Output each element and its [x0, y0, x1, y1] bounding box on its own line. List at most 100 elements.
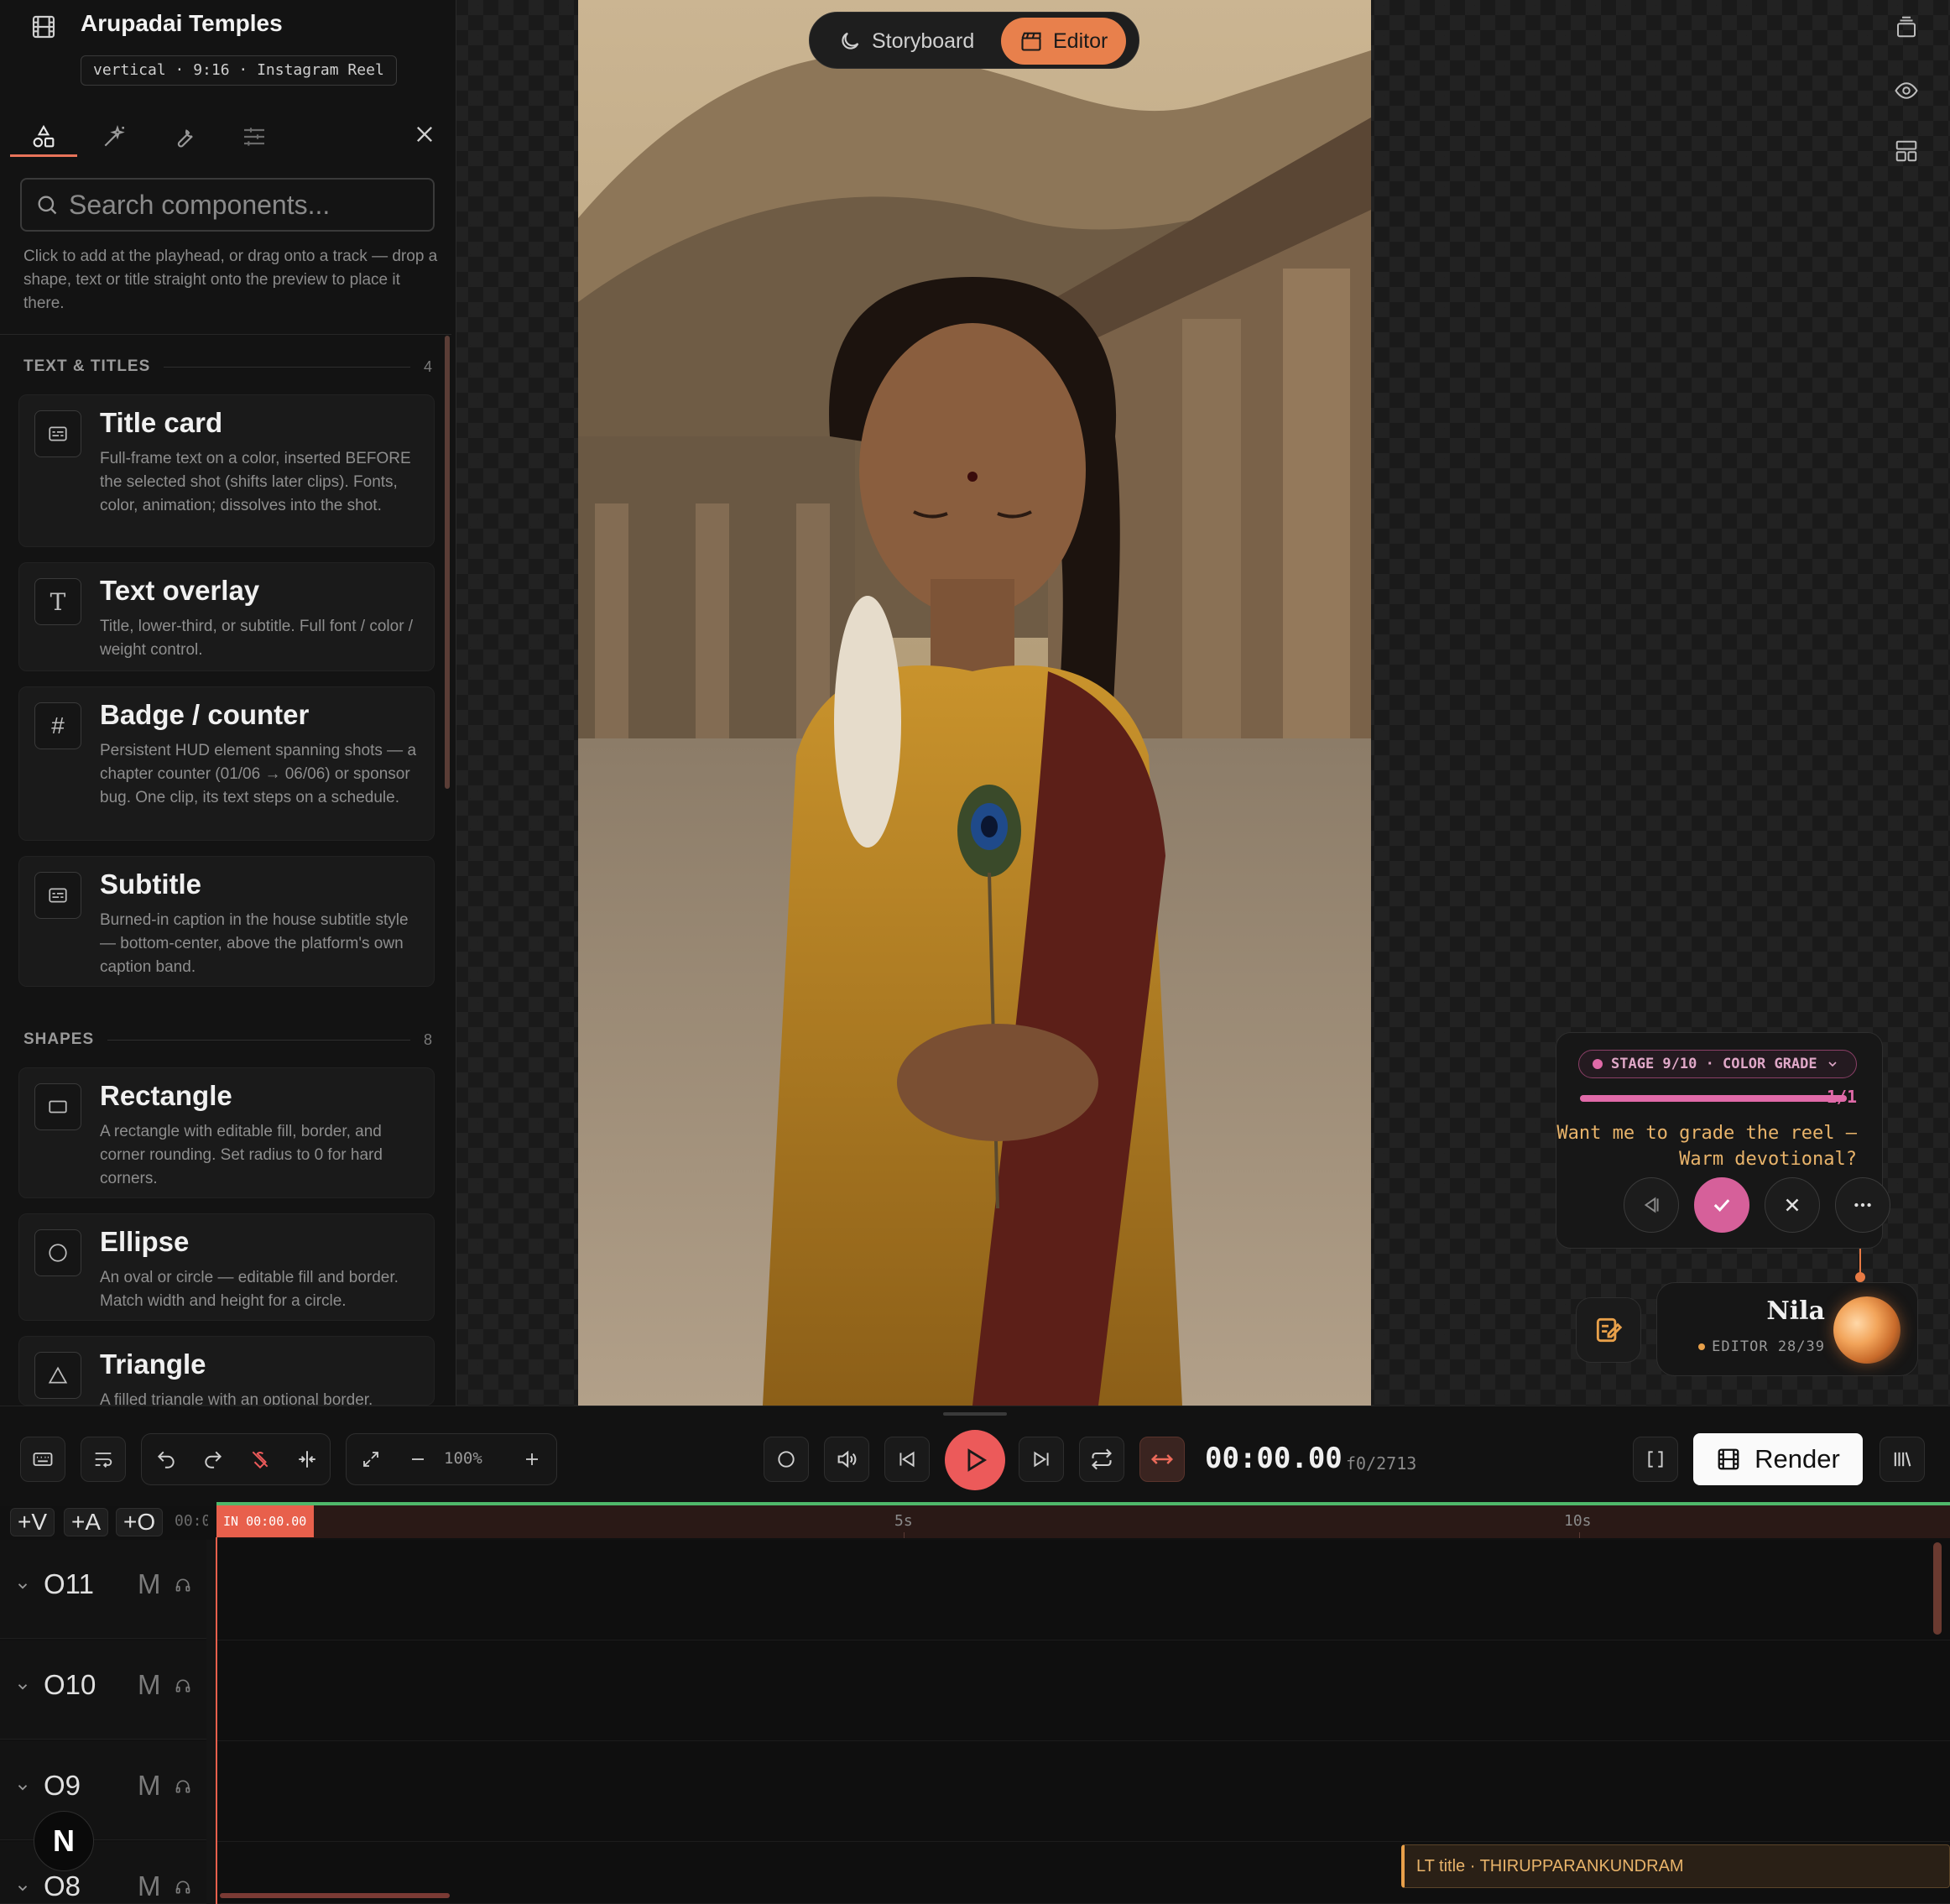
headphones-icon[interactable]: [175, 1577, 191, 1594]
track-header[interactable]: O11 M: [0, 1540, 206, 1639]
more-button[interactable]: [1835, 1177, 1890, 1233]
hash-icon: #: [34, 702, 81, 749]
mute-toggle[interactable]: M: [138, 1669, 161, 1701]
dismiss-button[interactable]: [1765, 1177, 1820, 1233]
shapes-icon: [33, 124, 55, 148]
minus-icon: [412, 1458, 424, 1460]
render-button[interactable]: Render: [1693, 1433, 1863, 1485]
ruler-tick-5s: 5s: [894, 1512, 913, 1530]
tab-effects[interactable]: [90, 117, 138, 156]
chevron-down-icon[interactable]: [15, 1780, 30, 1795]
stage-dropdown[interactable]: STAGE 9/10 · COLOR GRADE: [1578, 1050, 1857, 1078]
playhead[interactable]: [216, 1537, 217, 1904]
back-button[interactable]: [1624, 1177, 1679, 1233]
next-button[interactable]: [1019, 1437, 1064, 1482]
layout-icon[interactable]: [1890, 134, 1923, 168]
mute-toggle[interactable]: M: [138, 1770, 161, 1802]
tab-tools[interactable]: [159, 117, 208, 156]
eye-icon[interactable]: [1890, 74, 1923, 107]
add-overlay-track-button[interactable]: +O: [116, 1508, 164, 1536]
track-header[interactable]: O9 M: [0, 1741, 206, 1840]
record-button[interactable]: [764, 1437, 809, 1482]
track-lane[interactable]: [216, 1741, 1950, 1842]
component-triangle[interactable]: Triangle A filled triangle with an optio…: [18, 1336, 435, 1406]
layers-icon[interactable]: [1890, 10, 1923, 44]
volume-button[interactable]: [824, 1437, 869, 1482]
tab-components[interactable]: [19, 117, 68, 156]
headphones-icon[interactable]: [175, 1778, 191, 1795]
chevron-down-icon[interactable]: [15, 1881, 30, 1896]
split-button[interactable]: [284, 1434, 330, 1484]
search-input[interactable]: [69, 189, 421, 221]
notes-button[interactable]: [1576, 1297, 1641, 1363]
timeline-ruler[interactable]: [216, 1505, 1950, 1538]
zoom-in-button[interactable]: [509, 1434, 555, 1484]
keyboard-shortcuts-button[interactable]: [20, 1437, 65, 1482]
track-lane[interactable]: [216, 1641, 1950, 1741]
chevron-down-icon[interactable]: [15, 1578, 30, 1594]
accept-button[interactable]: [1694, 1177, 1749, 1233]
ruler-tick-10s: 10s: [1564, 1512, 1592, 1530]
mute-toggle[interactable]: M: [138, 1870, 161, 1902]
project-title[interactable]: Arupadai Temples: [81, 10, 283, 37]
close-panel-icon[interactable]: [413, 123, 436, 146]
track-name: O11: [44, 1568, 94, 1599]
brackets-icon: [1648, 1451, 1663, 1468]
editor-button[interactable]: Editor: [1001, 18, 1127, 65]
headphones-icon[interactable]: [175, 1879, 191, 1896]
app-badge[interactable]: N: [34, 1811, 94, 1871]
previous-button[interactable]: [884, 1437, 930, 1482]
redo-button[interactable]: [190, 1434, 236, 1484]
add-audio-track-button[interactable]: +A: [64, 1508, 109, 1536]
track-header[interactable]: O8 M: [0, 1842, 206, 1904]
component-ellipse[interactable]: Ellipse An oval or circle — editable fil…: [18, 1213, 435, 1321]
in-out-button[interactable]: [1633, 1437, 1678, 1482]
format-chip[interactable]: vertical · 9:16 · Instagram Reel: [81, 55, 397, 86]
search-field[interactable]: [20, 178, 435, 232]
stage-prompt-card: STAGE 9/10 · COLOR GRADE 1/1 Want me to …: [1556, 1032, 1890, 1249]
card-title: Badge / counter: [100, 699, 310, 730]
mute-toggle[interactable]: M: [138, 1568, 161, 1600]
component-subtitle[interactable]: Subtitle Burned-in caption in the house …: [18, 856, 435, 987]
resize-handle[interactable]: [943, 1412, 1007, 1416]
timeline-horizontal-scrollbar[interactable]: [220, 1893, 450, 1898]
undo-button[interactable]: [143, 1434, 189, 1484]
fit-to-view-button[interactable]: [348, 1434, 394, 1484]
loop-button[interactable]: [1079, 1437, 1124, 1482]
close-icon: [1786, 1198, 1799, 1212]
repeat-icon: [1092, 1448, 1112, 1470]
magic-wand-icon: [104, 124, 125, 147]
track-lane[interactable]: [216, 1540, 1950, 1641]
timeline-vertical-scrollbar[interactable]: [1933, 1542, 1942, 1635]
zoom-group: 100%: [346, 1433, 557, 1485]
assistant-card[interactable]: Nila EDITOR 28/39: [1656, 1282, 1918, 1376]
section-header-text-titles: TEXT & TITLES 4: [23, 354, 433, 379]
component-title-card[interactable]: Title card Full-frame text on a color, i…: [18, 394, 435, 547]
component-badge-counter[interactable]: # Badge / counter Persistent HUD element…: [18, 686, 435, 841]
add-video-track-button[interactable]: +V: [10, 1508, 55, 1536]
section-count: 4: [423, 357, 433, 375]
panel-scrollbar[interactable]: [445, 336, 450, 789]
film-icon[interactable]: [30, 13, 57, 40]
card-description: Full-frame text on a color, inserted BEF…: [100, 450, 411, 514]
component-rectangle[interactable]: Rectangle A rectangle with editable fill…: [18, 1067, 435, 1198]
more-icon: [1854, 1202, 1871, 1208]
zoom-level: 100%: [444, 1449, 482, 1468]
headphones-icon[interactable]: [175, 1677, 191, 1694]
captions-button[interactable]: [81, 1437, 126, 1482]
storyboard-button[interactable]: Storyboard: [820, 18, 993, 65]
fit-timeline-button[interactable]: [1139, 1437, 1185, 1482]
track-header[interactable]: O10 M: [0, 1641, 206, 1740]
chevron-down-icon[interactable]: [15, 1679, 30, 1694]
timecode-display: 00:00.00: [1205, 1442, 1343, 1475]
tab-adjust[interactable]: [230, 117, 279, 156]
zoom-out-button[interactable]: [395, 1434, 441, 1484]
component-text-overlay[interactable]: T Text overlay Title, lower-third, or su…: [18, 562, 435, 671]
play-button[interactable]: [945, 1430, 1005, 1490]
library-button[interactable]: [1880, 1437, 1925, 1482]
timeline-clip[interactable]: LT title · THIRUPPARANKUNDRAM: [1401, 1844, 1950, 1888]
in-point-marker[interactable]: IN 00:00.00: [216, 1505, 314, 1537]
section-rule: [107, 1039, 410, 1041]
magnet-button[interactable]: [237, 1434, 283, 1484]
video-preview-frame[interactable]: [578, 0, 1371, 1406]
